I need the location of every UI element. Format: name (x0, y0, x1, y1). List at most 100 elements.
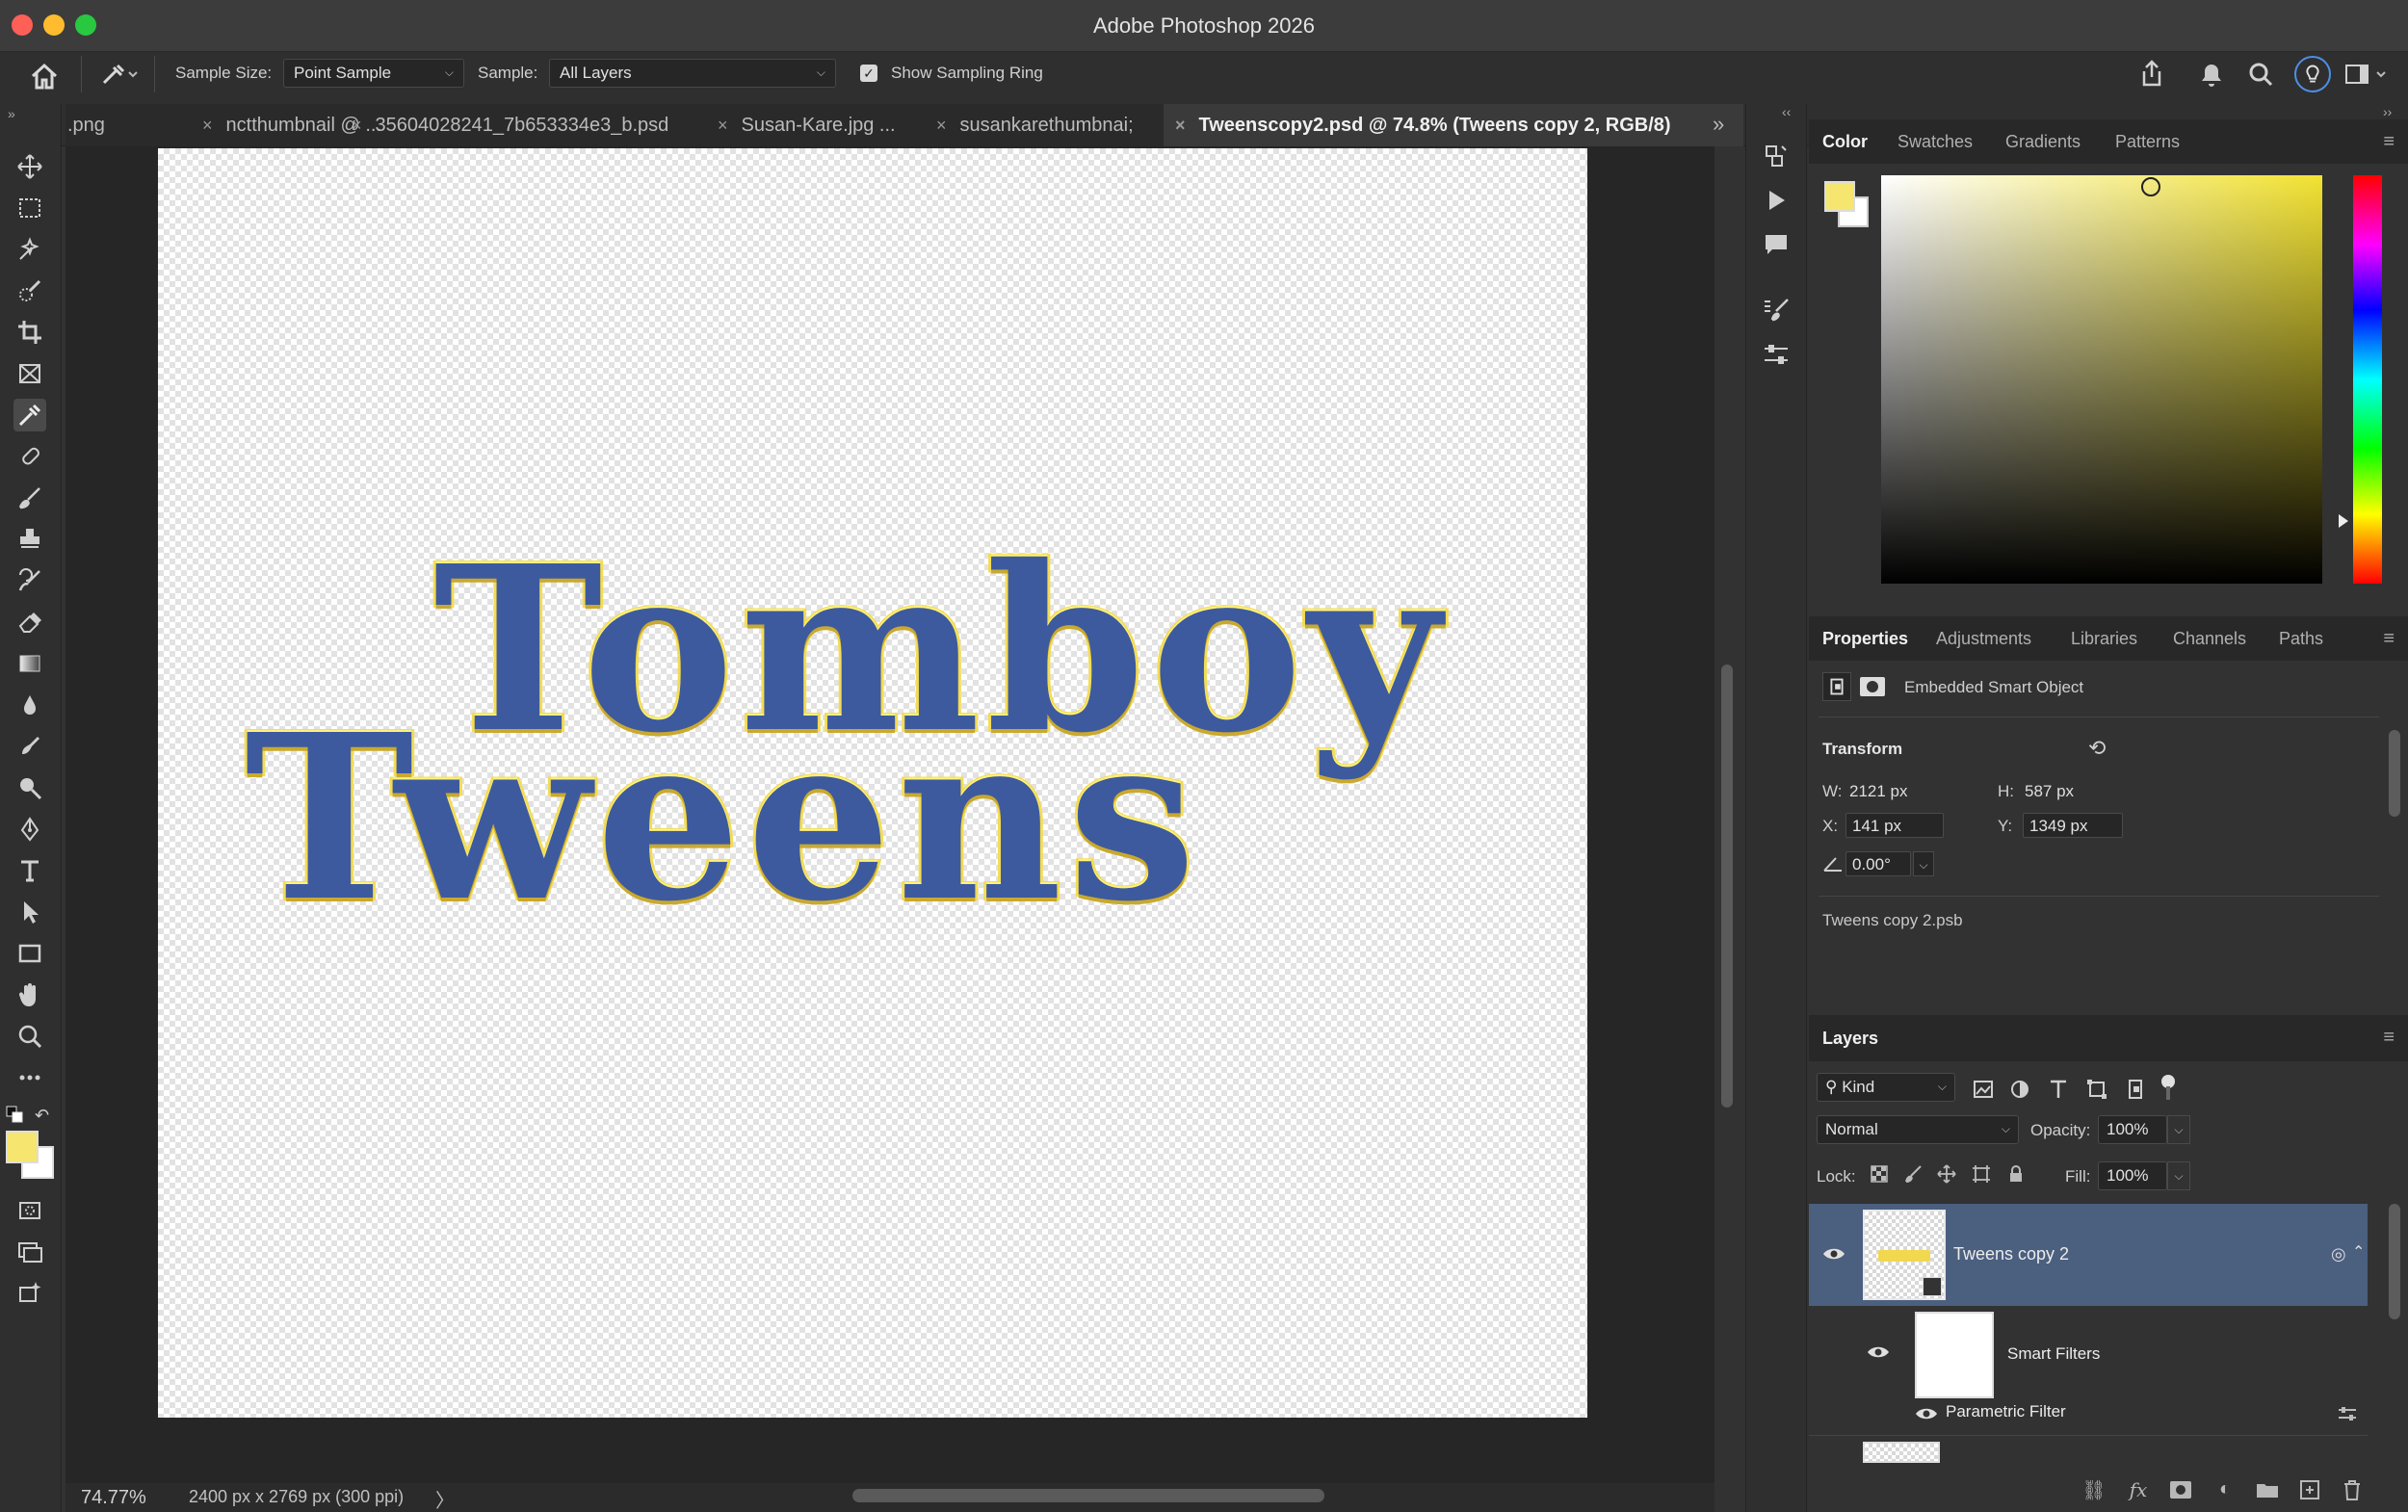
panel-menu-icon[interactable]: ≡ (2383, 131, 2395, 153)
angle-dropdown[interactable]: ⌵ (1913, 851, 1934, 876)
canvas-vertical-scrollbar[interactable] (1721, 665, 1733, 1108)
zoom-level[interactable]: 74.77% (81, 1487, 146, 1509)
layer-row-tweens-copy-2[interactable]: Tweens copy 2 ◎ ⌃ (1809, 1204, 2368, 1306)
tab-libraries[interactable]: Libraries (2071, 629, 2137, 649)
reset-transform-icon[interactable]: ⟲ (2088, 736, 2106, 761)
object-select-tool-icon[interactable] (13, 233, 46, 266)
lock-all-icon[interactable] (2005, 1163, 2027, 1185)
swap-colors-icon[interactable]: ↶ (35, 1106, 56, 1125)
tab-gradients[interactable]: Gradients (2005, 132, 2081, 152)
foreground-color-swatch[interactable] (1824, 181, 1855, 212)
tab-layers[interactable]: Layers (1822, 1029, 1878, 1049)
lock-position-icon[interactable] (1936, 1163, 1957, 1185)
discover-lightbulb-icon[interactable] (2294, 56, 2331, 92)
delete-layer-icon[interactable] (2339, 1478, 2366, 1501)
document-canvas[interactable]: Tomboy Tweens (158, 148, 1587, 1418)
visibility-eye-icon[interactable] (1867, 1344, 1890, 1360)
brush-settings-icon[interactable] (1761, 295, 1793, 327)
canvas-area[interactable]: Tomboy Tweens (65, 146, 1714, 1483)
blend-mode-select[interactable]: Normal ⌵ (1817, 1115, 2019, 1144)
close-tab-icon[interactable]: × (718, 116, 728, 135)
quick-select-tool-icon[interactable] (13, 274, 46, 307)
zoom-tool-icon[interactable] (13, 1020, 46, 1053)
visibility-eye-icon[interactable] (1822, 1246, 1845, 1262)
history-panel-icon[interactable] (1761, 141, 1793, 173)
tab-paths[interactable]: Paths (2279, 629, 2323, 649)
hand-tool-icon[interactable] (13, 978, 46, 1011)
link-layers-icon[interactable]: ⛓ (2081, 1478, 2107, 1501)
visibility-eye-icon[interactable] (1915, 1406, 1938, 1421)
properties-scrollbar[interactable] (2389, 730, 2400, 817)
share-icon[interactable] (2134, 58, 2169, 91)
more-tabs-icon[interactable]: » (1713, 112, 1724, 137)
generative-tool-icon[interactable] (13, 1277, 46, 1310)
x-position-input[interactable]: 141 px (1845, 813, 1944, 838)
collapse-right-icon[interactable]: ›› (2383, 104, 2392, 119)
lock-image-pixels-icon[interactable] (1903, 1163, 1924, 1185)
lock-transparent-pixels-icon[interactable] (1869, 1163, 1890, 1185)
parametric-filter-row[interactable]: Parametric Filter (1809, 1398, 2368, 1429)
fill-input[interactable]: 100% (2098, 1161, 2167, 1190)
add-layer-style-icon[interactable]: fx (2125, 1478, 2152, 1501)
sample-select[interactable]: All Layers ⌵ (549, 59, 836, 88)
layer-kind-filter[interactable]: ⚲ Kind ⌵ (1817, 1073, 1955, 1102)
opacity-input[interactable]: 100% (2098, 1115, 2167, 1144)
foreground-color-swatch[interactable] (6, 1131, 39, 1163)
add-mask-icon[interactable] (2167, 1478, 2194, 1501)
adjustments-sliders-icon[interactable] (1761, 339, 1793, 372)
workspace-switcher-icon[interactable] (2343, 58, 2391, 91)
filter-options-icon[interactable] (2337, 1404, 2358, 1423)
document-tab-active[interactable]: × Tweenscopy2.psd @ 74.8% (Tweens copy 2,… (1164, 104, 1743, 146)
smart-filter-mask-thumbnail[interactable] (1915, 1312, 1994, 1398)
rectangle-tool-icon[interactable] (13, 937, 46, 970)
filter-shape-icon[interactable] (2084, 1077, 2109, 1102)
y-position-input[interactable]: 1349 px (2023, 813, 2123, 838)
blur-tool-icon[interactable] (13, 689, 46, 721)
new-group-icon[interactable] (2254, 1478, 2281, 1501)
color-picker-ring[interactable] (2141, 177, 2160, 196)
document-tab[interactable]: × 35604028241_7b653334e3_b.psd (352, 104, 775, 146)
more-tools-icon[interactable] (13, 1061, 46, 1094)
lock-artboard-icon[interactable] (1971, 1163, 1992, 1185)
frame-tool-icon[interactable] (13, 357, 46, 390)
smart-filters-row[interactable]: Smart Filters (1809, 1306, 2368, 1398)
move-tool-icon[interactable] (13, 150, 46, 183)
canvas-horizontal-scrollbar[interactable] (852, 1489, 1324, 1502)
gradient-tool-icon[interactable] (13, 647, 46, 680)
panel-menu-icon[interactable]: ≡ (2383, 1027, 2395, 1049)
filter-type-icon[interactable] (2046, 1077, 2071, 1102)
brush-tool-icon[interactable] (13, 482, 46, 514)
sample-size-select[interactable]: Point Sample ⌵ (283, 59, 464, 88)
tab-properties[interactable]: Properties (1822, 629, 1908, 649)
crop-tool-icon[interactable] (13, 316, 46, 349)
notifications-bell-icon[interactable] (2194, 58, 2229, 91)
close-tab-icon[interactable]: × (352, 116, 362, 135)
history-brush-tool-icon[interactable] (13, 564, 46, 597)
tab-patterns[interactable]: Patterns (2115, 132, 2180, 152)
filter-smart-object-icon[interactable] (2123, 1077, 2148, 1102)
clone-stamp-tool-icon[interactable] (13, 523, 46, 556)
tab-adjustments[interactable]: Adjustments (1936, 629, 2031, 649)
close-tab-icon[interactable]: × (936, 116, 947, 135)
marquee-tool-icon[interactable] (13, 192, 46, 224)
tab-channels[interactable]: Channels (2173, 629, 2246, 649)
filter-adjustment-icon[interactable] (2007, 1077, 2032, 1102)
layer-row-next[interactable] (1809, 1435, 2368, 1463)
filter-pixel-icon[interactable] (1971, 1077, 1996, 1102)
expand-toolbar-icon[interactable]: » (8, 106, 15, 121)
search-icon[interactable] (2244, 58, 2279, 91)
layer-name[interactable]: Tweens copy 2 (1953, 1244, 2069, 1264)
status-menu-arrow[interactable]: 〉 (435, 1485, 455, 1512)
tab-color[interactable]: Color (1822, 132, 1868, 152)
eraser-tool-icon[interactable] (13, 606, 46, 639)
fill-dropdown[interactable]: ⌵ (2167, 1161, 2190, 1190)
comments-icon[interactable] (1761, 229, 1793, 262)
smudge-tool-icon[interactable] (13, 730, 46, 763)
quick-mask-icon[interactable] (13, 1194, 46, 1227)
close-tab-icon[interactable]: × (1175, 116, 1186, 135)
filter-toggle-icon[interactable] (2159, 1073, 2177, 1106)
document-tab[interactable]: .png (65, 104, 143, 146)
hue-slider[interactable] (2353, 175, 2382, 584)
tab-swatches[interactable]: Swatches (1898, 132, 1973, 152)
pen-tool-icon[interactable] (13, 813, 46, 846)
